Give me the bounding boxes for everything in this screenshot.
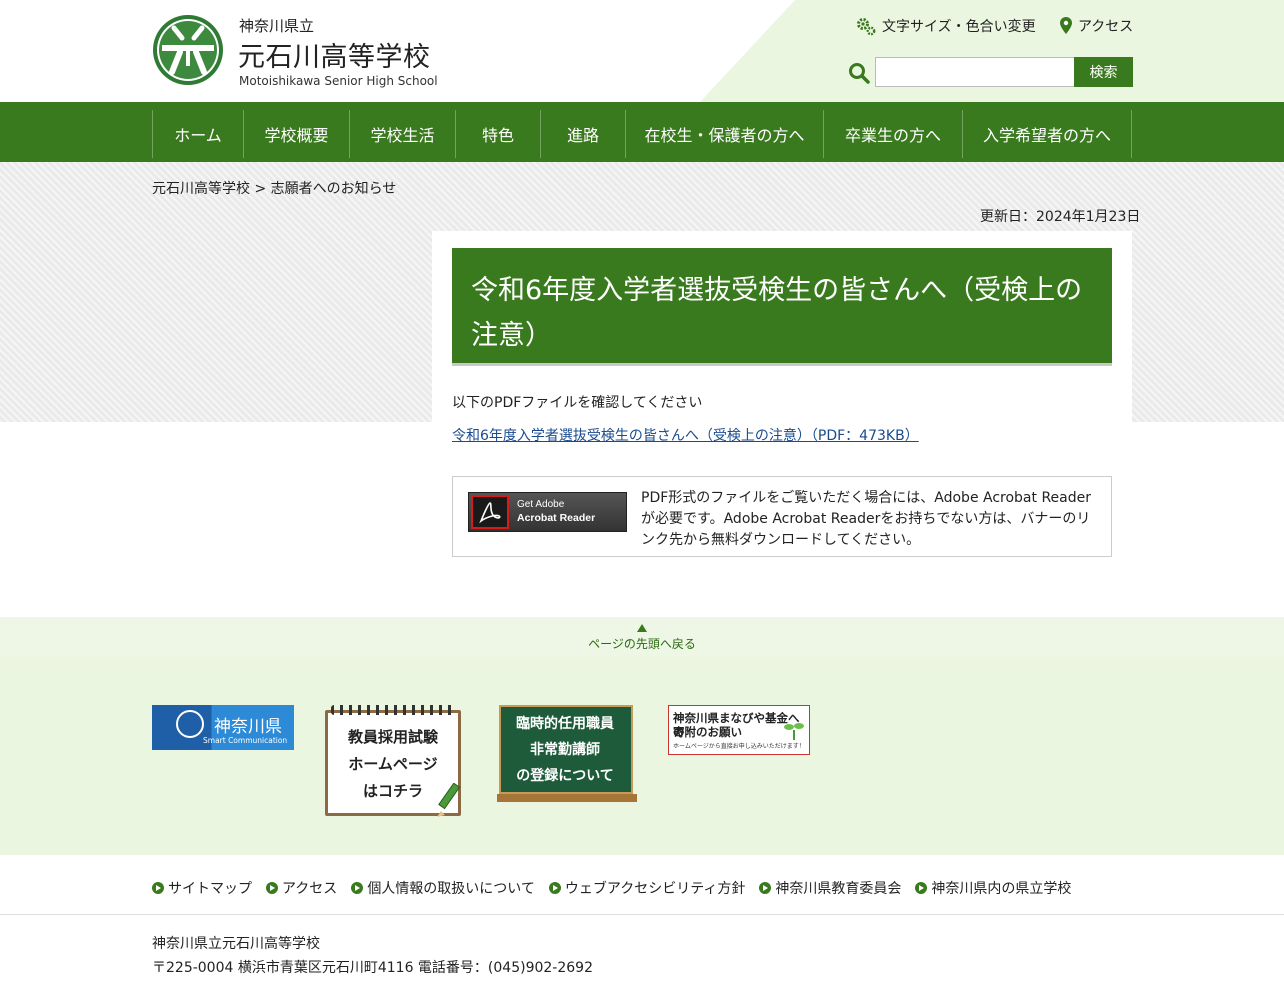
arrow-circle-icon — [915, 882, 928, 894]
kanagawa-banner-sub: Smart Communication — [203, 736, 288, 745]
arrow-circle-icon — [351, 882, 364, 894]
manabiya-fund-banner[interactable]: 神奈川県まなびや基金への 寄附のお願い ホームページから直接お申し込みいただけま… — [668, 705, 810, 755]
gear-icon — [857, 18, 876, 36]
page-title: 令和6年度入学者選抜受検生の皆さんへ（受検上の注意） — [471, 275, 1083, 351]
manabi-line3: ホームページから直接お申し込みいただけます！ — [673, 743, 805, 750]
access-label: アクセス — [1078, 19, 1134, 35]
adobe-acrobat-icon — [471, 495, 509, 529]
nav-item-about[interactable]: 学校概要 — [244, 110, 350, 158]
adobe-reader-box: Get Adobe Acrobat Reader PDF形式のファイルをご覧いた… — [452, 476, 1112, 557]
footer-link-label: 神奈川県内の県立学校 — [931, 881, 1072, 897]
adobe-banner-line2: Acrobat Reader — [517, 512, 596, 524]
footer-link-privacy[interactable]: 個人情報の取扱いについて — [351, 878, 535, 898]
kanagawa-logo-icon — [176, 710, 204, 738]
nav-item-features[interactable]: 特色 — [456, 110, 541, 158]
font-color-settings-link[interactable]: 文字サイズ・色合い変更 — [856, 16, 1036, 36]
kyoin-line1: 教員採用試験 — [347, 728, 438, 746]
nav-item-home[interactable]: ホーム — [153, 110, 244, 158]
pencil-icon — [437, 783, 461, 817]
footer-link-accessibility[interactable]: ウェブアクセシビリティ方針 — [548, 878, 746, 898]
school-name[interactable]: 元石川高等学校 — [238, 35, 431, 74]
school-name-english: Motoishikawa Senior High School — [239, 74, 438, 88]
footer-link-label: 神奈川県教育委員会 — [775, 881, 902, 897]
nav-item-students-parents[interactable]: 在校生・保護者の方へ — [626, 110, 824, 158]
arrow-circle-icon — [266, 882, 278, 894]
arrow-circle-icon — [759, 882, 772, 894]
chalkboard-ledge — [497, 794, 637, 802]
footer-link-prefectural-schools[interactable]: 神奈川県内の県立学校 — [915, 878, 1071, 898]
footer-link-label: ウェブアクセシビリティ方針 — [564, 881, 746, 897]
up-arrow-icon — [637, 624, 647, 632]
footer-link-label: サイトマップ — [168, 881, 252, 897]
global-nav-list: ホーム 学校概要 学校生活 特色 進路 在校生・保護者の方へ 卒業生の方へ 入学… — [152, 110, 1132, 158]
footer-links: サイトマップ アクセス 個人情報の取扱いについて ウェブアクセシビリティ方針 神… — [0, 855, 1284, 915]
page-title-box: 令和6年度入学者選抜受検生の皆さんへ（受検上の注意） — [452, 248, 1112, 366]
breadcrumb-separator: > — [254, 181, 267, 197]
footer-address: 神奈川県立元石川高等学校 〒225-0004 横浜市青葉区元石川町4116 電話… — [152, 932, 593, 980]
arrow-circle-icon — [152, 882, 164, 894]
back-to-top-label: ページの先頭へ戻る — [588, 637, 696, 651]
get-adobe-reader-button[interactable]: Get Adobe Acrobat Reader — [468, 492, 627, 532]
nav-item-applicants[interactable]: 入学希望者の方へ — [963, 110, 1132, 158]
search-input[interactable] — [875, 57, 1075, 87]
footer-school-name: 神奈川県立元石川高等学校 — [152, 936, 320, 952]
nav-item-career[interactable]: 進路 — [541, 110, 626, 158]
kyoin-line2: ホームページ — [348, 755, 438, 773]
rinji-line2: 非常勤講師 — [530, 742, 600, 758]
breadcrumb: 元石川高等学校 > 志願者へのお知らせ — [152, 178, 396, 198]
footer-link-label: 個人情報の取扱いについて — [367, 881, 535, 897]
banner-area — [0, 657, 1284, 855]
search-button[interactable]: 検索 — [1074, 57, 1133, 87]
nav-item-graduates[interactable]: 卒業生の方へ — [824, 110, 963, 158]
footer-link-label: アクセス — [282, 881, 338, 897]
footer-link-list: サイトマップ アクセス 個人情報の取扱いについて ウェブアクセシビリティ方針 神… — [152, 878, 1071, 898]
back-to-top-link[interactable]: ページの先頭へ戻る — [587, 624, 697, 652]
nav-item-school-life[interactable]: 学校生活 — [350, 110, 456, 158]
notebook-rings — [331, 705, 457, 715]
search-icon — [849, 63, 870, 84]
intro-text: 以下のPDFファイルを確認してください — [452, 395, 703, 411]
site-header: 神奈川県立 元石川高等学校 Motoishikawa Senior High S… — [0, 0, 1284, 102]
temporary-staff-banner[interactable]: 臨時的任用職員 非常勤講師 の登録について — [497, 705, 637, 802]
acrobat-swirl-icon — [479, 502, 501, 524]
updated-date: 更新日：2024年1月23日 — [980, 209, 1141, 225]
global-nav: ホーム 学校概要 学校生活 特色 進路 在校生・保護者の方へ 卒業生の方へ 入学… — [0, 102, 1284, 162]
school-emblem-icon[interactable] — [152, 14, 224, 86]
map-pin-icon — [1060, 17, 1072, 34]
kanagawa-prefecture-banner[interactable]: 神奈川県 Smart Communication — [152, 705, 294, 750]
pdf-download-link[interactable]: 令和6年度入学者選抜受検生の皆さんへ（受検上の注意）（PDF：473KB） — [452, 425, 919, 445]
school-prefecture: 神奈川県立 — [239, 17, 315, 35]
rinji-line3: の登録について — [516, 768, 614, 784]
footer-link-access[interactable]: アクセス — [266, 878, 337, 898]
access-link[interactable]: アクセス — [1060, 16, 1133, 36]
kanagawa-banner-title: 神奈川県 — [214, 717, 282, 737]
sprout-icon — [784, 723, 804, 740]
manabi-line2: 寄附のお願い — [673, 725, 742, 739]
breadcrumb-home-link[interactable]: 元石川高等学校 — [152, 181, 250, 197]
adobe-banner-line1: Get Adobe — [517, 499, 565, 510]
font-color-settings-label: 文字サイズ・色合い変更 — [882, 19, 1036, 35]
footer-link-board-of-education[interactable]: 神奈川県教育委員会 — [759, 878, 901, 898]
arrow-circle-icon — [548, 882, 561, 894]
breadcrumb-current: 志願者へのお知らせ — [270, 181, 397, 197]
rinji-line1: 臨時的任用職員 — [516, 716, 614, 732]
teacher-recruitment-banner[interactable]: 教員採用試験 ホームページ はコチラ — [325, 705, 465, 821]
footer-contact: 〒225-0004 横浜市青葉区元石川町4116 電話番号：(045)902-2… — [152, 960, 593, 976]
adobe-reader-note: PDF形式のファイルをご覧いただく場合には、Adobe Acrobat Read… — [641, 490, 1092, 548]
footer-link-sitemap[interactable]: サイトマップ — [152, 878, 252, 898]
